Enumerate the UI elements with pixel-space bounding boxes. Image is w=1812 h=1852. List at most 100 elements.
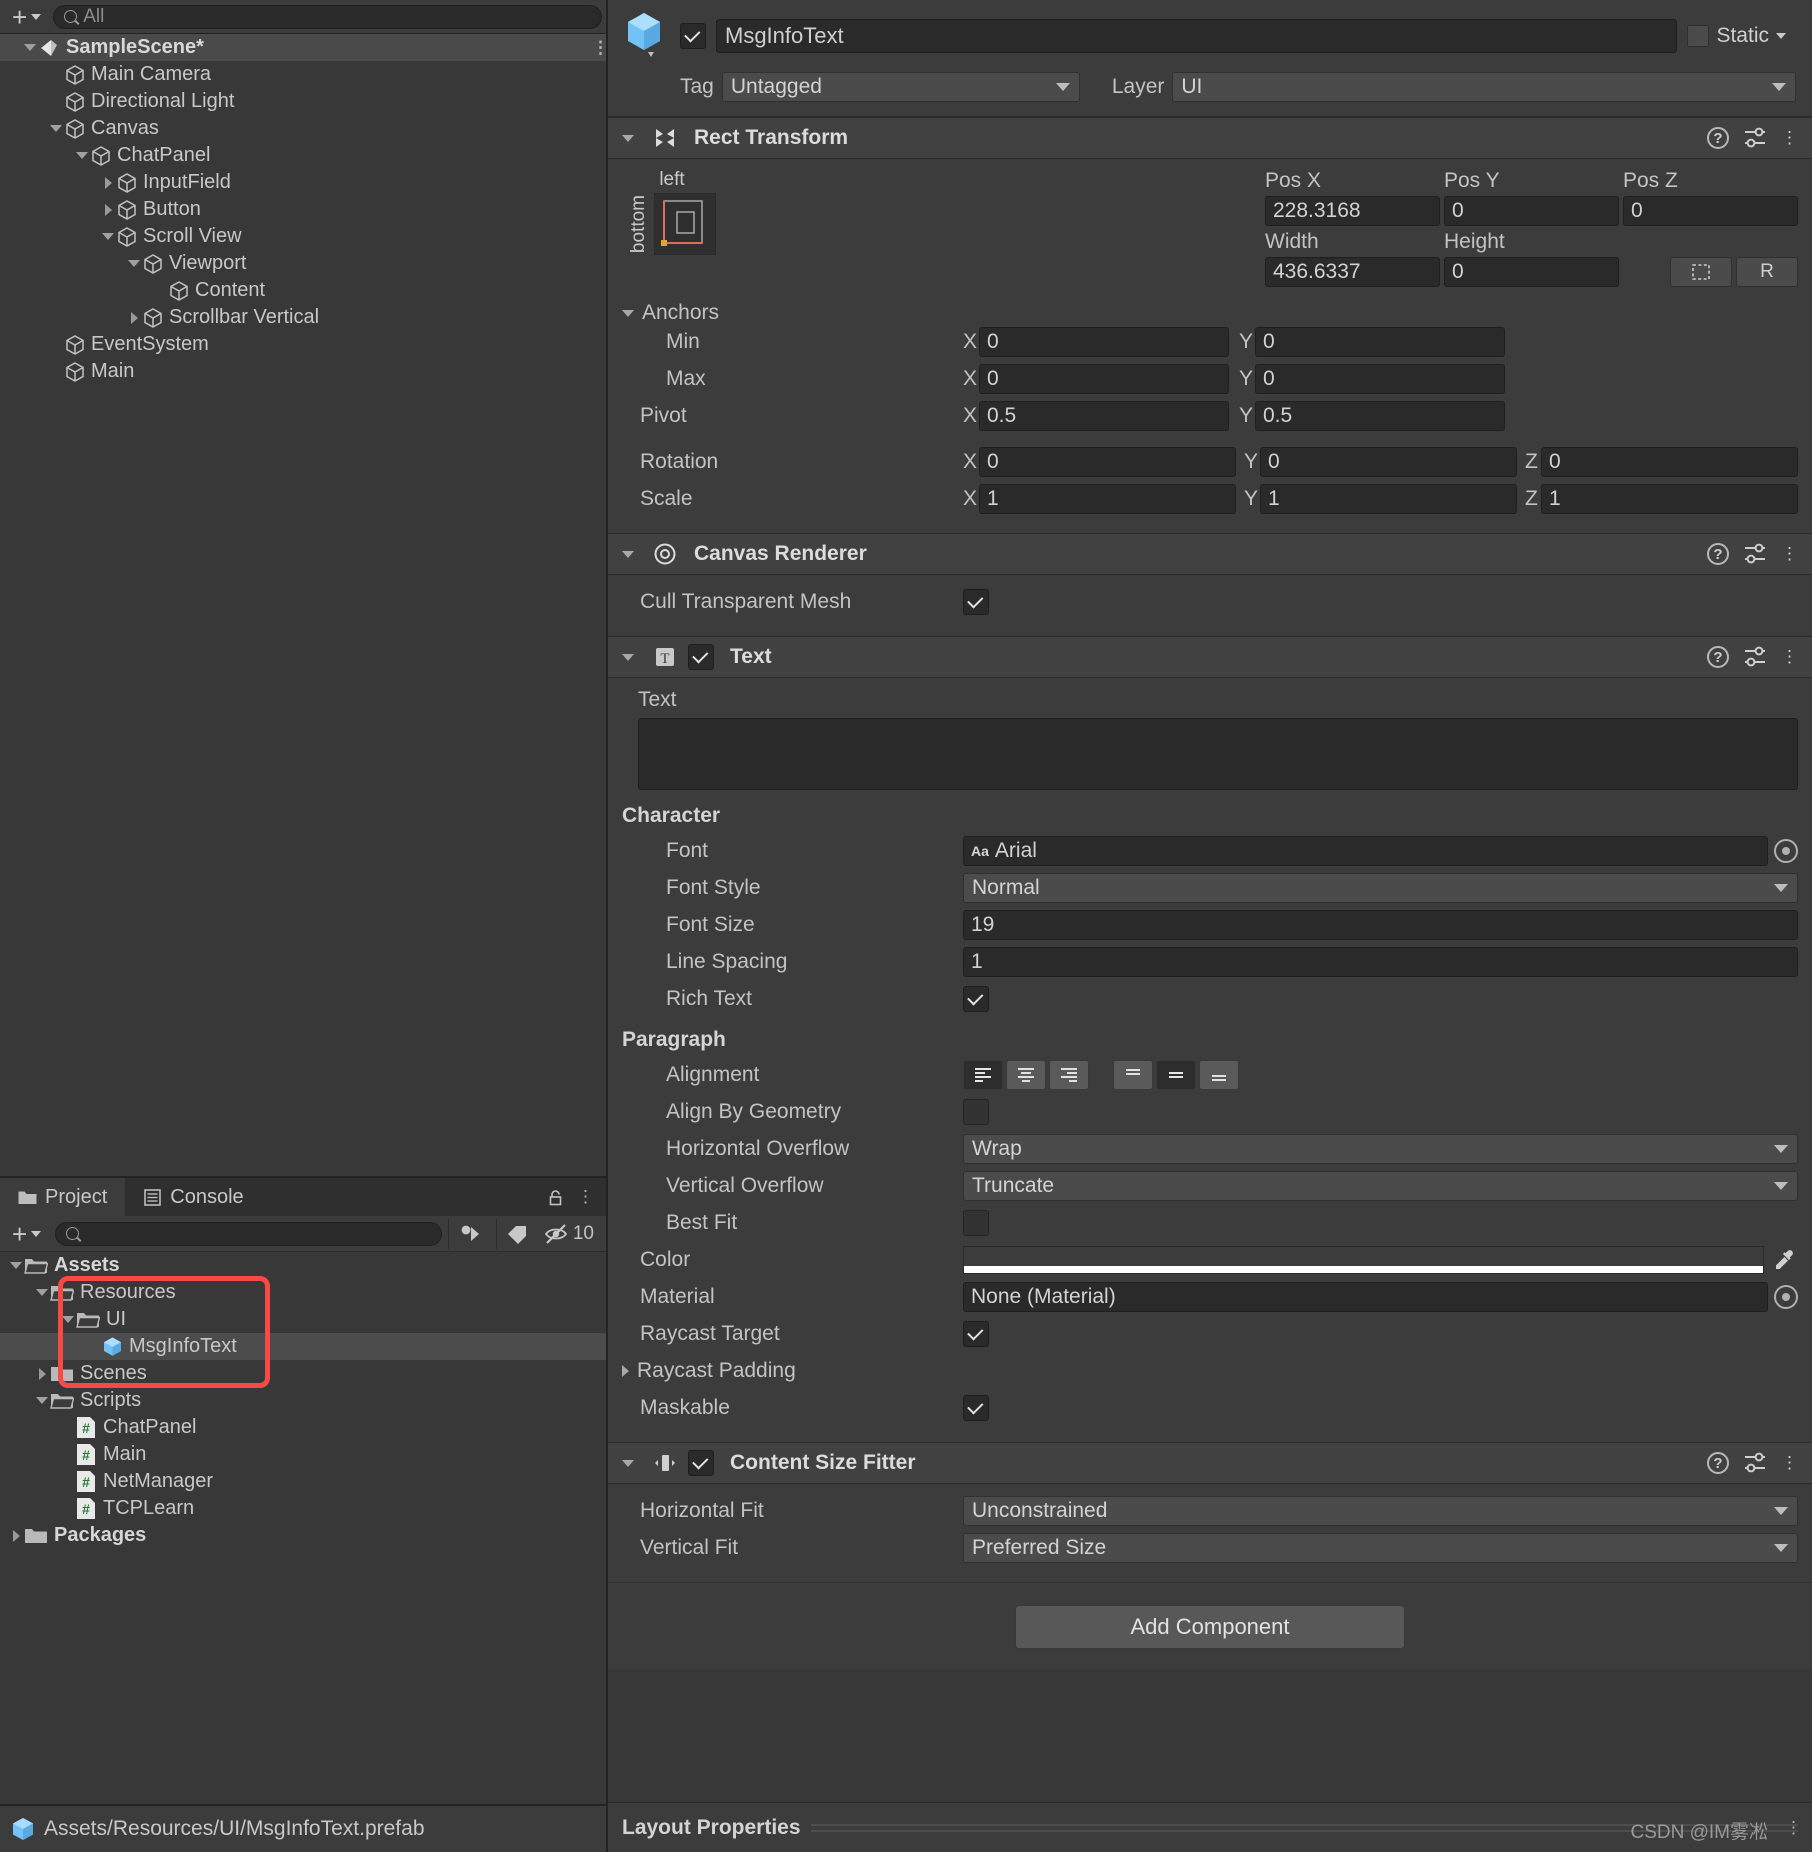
hierarchy-item-viewport[interactable]: Viewport <box>0 250 606 277</box>
anchor-preset-widget[interactable]: left bottom <box>608 169 716 287</box>
blueprint-mode-button[interactable] <box>1670 257 1732 287</box>
scale-x-input[interactable]: 1 <box>979 484 1236 514</box>
pivot-y-input[interactable]: 0.5 <box>1255 401 1505 431</box>
hierarchy-item-scroll-view[interactable]: Scroll View <box>0 223 606 250</box>
project-item-msginfotext[interactable]: MsgInfoText <box>0 1333 606 1360</box>
layer-dropdown[interactable]: UI <box>1172 72 1796 102</box>
chevron-down-icon[interactable] <box>100 233 116 240</box>
component-menu-icon[interactable]: ⋮ <box>1781 545 1798 562</box>
raw-edit-button[interactable]: R <box>1736 257 1798 287</box>
cull-transparent-mesh-checkbox[interactable] <box>963 589 989 615</box>
chevron-down-icon[interactable] <box>622 550 634 558</box>
font-size-input[interactable]: 19 <box>963 910 1798 940</box>
align-right-button[interactable] <box>1049 1060 1089 1090</box>
hierarchy-item-main-camera[interactable]: Main Camera <box>0 61 606 88</box>
maskable-checkbox[interactable] <box>963 1395 989 1421</box>
add-component-button[interactable]: Add Component <box>1015 1605 1405 1649</box>
project-item-assets[interactable]: Assets <box>0 1252 606 1279</box>
project-item-main[interactable]: # Main <box>0 1441 606 1468</box>
hierarchy-item-inputfield[interactable]: InputField <box>0 169 606 196</box>
component-menu-icon[interactable]: ⋮ <box>1781 648 1798 665</box>
raycast-padding-foldout[interactable]: Raycast Padding <box>608 1359 963 1383</box>
chevron-right-icon[interactable] <box>34 1367 50 1380</box>
hierarchy-item-directional-light[interactable]: Directional Light <box>0 88 606 115</box>
rotation-x-input[interactable]: 0 <box>979 447 1236 477</box>
chevron-down-icon[interactable] <box>622 653 634 661</box>
eyedropper-icon[interactable] <box>1772 1247 1798 1273</box>
object-name-field[interactable]: MsgInfoText <box>716 19 1678 53</box>
search-by-type-button[interactable] <box>447 1218 490 1249</box>
help-icon[interactable]: ? <box>1707 1452 1729 1474</box>
chevron-down-icon[interactable] <box>622 309 634 317</box>
preset-icon[interactable] <box>1743 127 1767 149</box>
hierarchy-add-button[interactable]: + <box>4 4 49 30</box>
project-item-ui[interactable]: UI <box>0 1306 606 1333</box>
project-add-button[interactable]: + <box>4 1221 49 1247</box>
text-value-textarea[interactable] <box>638 718 1798 790</box>
chevron-right-icon[interactable] <box>8 1529 24 1542</box>
hierarchy-item-button[interactable]: Button <box>0 196 606 223</box>
chevron-down-icon[interactable] <box>8 1262 24 1269</box>
preset-icon[interactable] <box>1743 646 1767 668</box>
hierarchy-item-scrollbar-vertical[interactable]: Scrollbar Vertical <box>0 304 606 331</box>
anchor-preset-box[interactable] <box>654 193 716 255</box>
rich-text-checkbox[interactable] <box>963 986 989 1012</box>
project-item-netmanager[interactable]: # NetManager <box>0 1468 606 1495</box>
preset-icon[interactable] <box>1743 1452 1767 1474</box>
component-header-rect-transform[interactable]: Rect Transform ? ⋮ <box>608 117 1812 159</box>
help-icon[interactable]: ? <box>1707 127 1729 149</box>
hierarchy-item-menu-icon[interactable]: ⋮ <box>592 39 606 56</box>
horizontal-fit-dropdown[interactable]: Unconstrained <box>963 1496 1798 1526</box>
hierarchy-tree[interactable]: SampleScene* ⋮ Main Camera Directional Ligh… <box>0 34 606 1176</box>
chevron-down-icon[interactable] <box>622 134 634 142</box>
search-by-label-button[interactable] <box>495 1218 538 1249</box>
align-middle-button[interactable] <box>1156 1060 1196 1090</box>
font-object-field[interactable]: Aa Arial <box>963 836 1768 866</box>
color-swatch-field[interactable] <box>963 1246 1764 1274</box>
scale-z-input[interactable]: 1 <box>1541 484 1798 514</box>
hierarchy-item-content[interactable]: Content <box>0 277 606 304</box>
rotation-z-input[interactable]: 0 <box>1541 447 1798 477</box>
pos-x-input[interactable]: 228.3168 <box>1265 196 1440 226</box>
help-icon[interactable]: ? <box>1707 543 1729 565</box>
raycast-target-checkbox[interactable] <box>963 1321 989 1347</box>
project-tree[interactable]: Assets Resources UI MsgInfoText Scenes Script… <box>0 1252 606 1804</box>
chevron-down-icon[interactable] <box>622 1459 634 1467</box>
align-bottom-button[interactable] <box>1199 1060 1239 1090</box>
material-object-field[interactable]: None (Material) <box>963 1282 1768 1312</box>
component-menu-icon[interactable]: ⋮ <box>1781 129 1798 146</box>
help-icon[interactable]: ? <box>1707 646 1729 668</box>
component-menu-icon[interactable]: ⋮ <box>1781 1454 1798 1471</box>
vertical-overflow-dropdown[interactable]: Truncate <box>963 1171 1798 1201</box>
project-item-packages[interactable]: Packages <box>0 1522 606 1549</box>
anchors-max-x-input[interactable]: 0 <box>979 364 1229 394</box>
project-item-chatpanel[interactable]: # ChatPanel <box>0 1414 606 1441</box>
project-search-input[interactable] <box>55 1221 442 1246</box>
rotation-y-input[interactable]: 0 <box>1260 447 1517 477</box>
component-header-text[interactable]: T Text ? ⋮ <box>608 636 1812 678</box>
chevron-right-icon[interactable] <box>100 176 116 189</box>
layout-properties-bar[interactable]: Layout Properties CSDN @IM雾凇 ⋮ <box>608 1802 1812 1852</box>
layout-properties-menu-icon[interactable]: ⋮ <box>1785 1819 1802 1836</box>
chevron-down-icon[interactable] <box>34 1397 50 1404</box>
lock-icon[interactable] <box>548 1189 563 1206</box>
text-component-enabled-checkbox[interactable] <box>688 644 714 670</box>
font-picker-icon[interactable] <box>1774 839 1798 863</box>
width-input[interactable]: 436.6337 <box>1265 257 1440 287</box>
hierarchy-item-samplescene-[interactable]: SampleScene* ⋮ <box>0 34 606 61</box>
project-item-scripts[interactable]: Scripts <box>0 1387 606 1414</box>
hidden-items-indicator[interactable]: 10 <box>544 1223 602 1245</box>
pos-z-input[interactable]: 0 <box>1623 196 1798 226</box>
hierarchy-item-chatpanel[interactable]: ChatPanel <box>0 142 606 169</box>
hierarchy-search-input[interactable]: All <box>53 4 602 29</box>
scale-y-input[interactable]: 1 <box>1260 484 1517 514</box>
best-fit-checkbox[interactable] <box>963 1210 989 1236</box>
anchors-max-y-input[interactable]: 0 <box>1255 364 1505 394</box>
vertical-fit-dropdown[interactable]: Preferred Size <box>963 1533 1798 1563</box>
project-item-scenes[interactable]: Scenes <box>0 1360 606 1387</box>
pivot-x-input[interactable]: 0.5 <box>979 401 1229 431</box>
material-picker-icon[interactable] <box>1774 1285 1798 1309</box>
content-size-fitter-enabled-checkbox[interactable] <box>688 1450 714 1476</box>
align-left-button[interactable] <box>963 1060 1003 1090</box>
anchors-foldout[interactable]: Anchors <box>608 301 1812 325</box>
